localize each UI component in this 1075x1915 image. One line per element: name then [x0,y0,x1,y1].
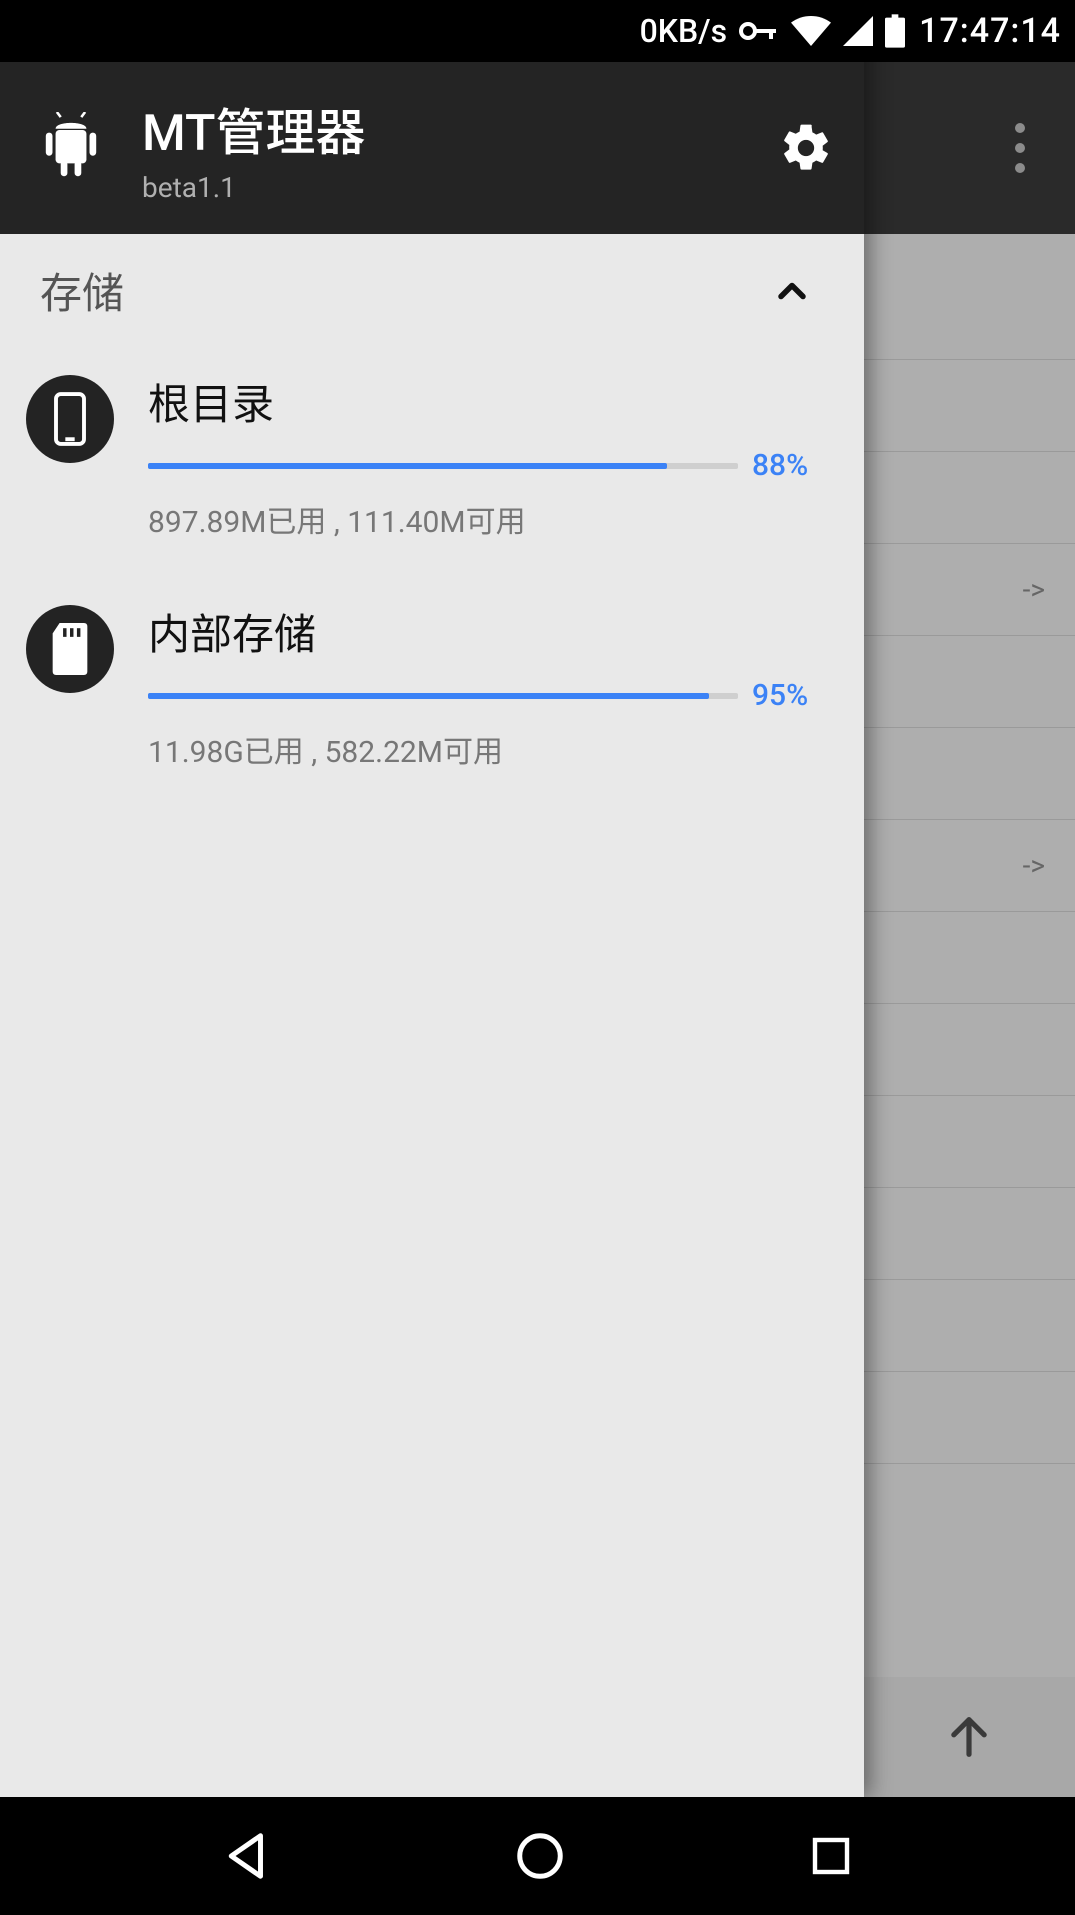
overflow-menu-button[interactable] [1015,123,1025,173]
cellular-signal-icon [843,16,873,46]
network-speed: 0KB/s [640,12,728,50]
app-title: MT管理器 [142,93,738,165]
storage-section-header[interactable]: 存储 [0,234,864,347]
storage-percent: 95% [752,678,824,713]
section-title: 存储 [40,260,124,321]
storage-name: 内部存储 [148,601,824,662]
storage-item-root[interactable]: 根目录 88% 897.89M已用 , 111.40M可用 [0,347,864,577]
phone-icon [26,375,114,463]
home-button[interactable] [513,1829,567,1883]
battery-icon [885,14,905,48]
storage-progress-bar [148,463,738,469]
arrow-up-icon [943,1711,995,1763]
storage-progress-bar [148,693,738,699]
storage-item-internal[interactable]: 内部存储 95% 11.98G已用 , 582.22M可用 [0,577,864,807]
status-bar: 0KB/s 17:47:14 [0,0,1075,62]
storage-name: 根目录 [148,371,824,432]
status-clock: 17:47:14 [919,11,1061,51]
storage-percent: 88% [752,448,824,483]
screen: -> -> MT管理器 be [0,0,1075,1915]
recents-button[interactable] [807,1832,855,1880]
triangle-back-icon [220,1829,274,1883]
square-recents-icon [807,1832,855,1880]
storage-detail: 11.98G已用 , 582.22M可用 [148,727,824,771]
wifi-icon [791,16,831,46]
navigation-drawer: MT管理器 beta1.1 存储 根目录 88% 897.89M已用 , [0,0,864,1797]
settings-button[interactable] [778,120,834,176]
drawer-header: MT管理器 beta1.1 [0,62,864,234]
gear-icon [778,120,834,176]
system-navigation-bar [0,1797,1075,1915]
back-button[interactable] [220,1829,274,1883]
storage-detail: 897.89M已用 , 111.40M可用 [148,497,824,541]
chevron-up-icon [770,269,814,313]
app-version: beta1.1 [142,171,738,204]
sdcard-icon [26,605,114,693]
circle-home-icon [513,1829,567,1883]
android-icon [40,112,102,184]
vpn-key-icon [739,19,779,43]
